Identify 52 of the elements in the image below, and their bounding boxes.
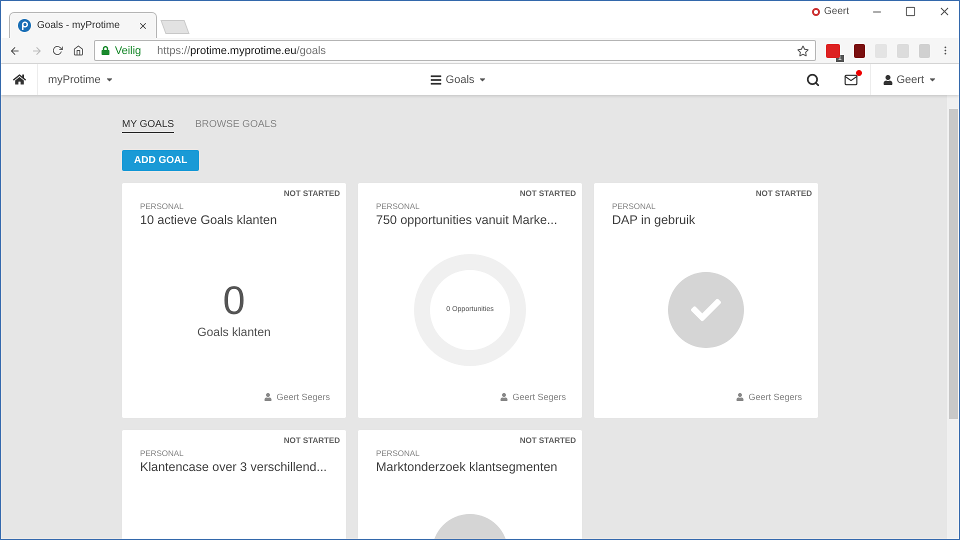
close-icon[interactable] bbox=[138, 20, 148, 30]
star-icon[interactable] bbox=[796, 44, 809, 56]
goal-owner: Geert Segers bbox=[736, 392, 802, 402]
goal-category: PERSONAL bbox=[376, 202, 421, 211]
goal-status: NOT STARTED bbox=[756, 189, 812, 198]
user-menu[interactable]: Geert bbox=[870, 64, 948, 95]
user-icon bbox=[500, 393, 508, 401]
goal-status: NOT STARTED bbox=[284, 436, 340, 445]
goals-menu[interactable]: Goals bbox=[420, 74, 498, 86]
goal-title: DAP in gebruik bbox=[612, 213, 696, 227]
goal-card[interactable]: NOT STARTED PERSONAL 10 actieve Goals klanten 0 Goals klanten Geert Segers bbox=[122, 183, 346, 418]
close-icon[interactable] bbox=[938, 5, 951, 18]
goal-status: NOT STARTED bbox=[284, 189, 340, 198]
goal-card[interactable]: NOT STARTED PERSONAL Klantencase over 3 verschillend... bbox=[122, 430, 346, 539]
lock-icon bbox=[100, 46, 110, 55]
goal-value: 0 bbox=[222, 280, 246, 320]
goal-card[interactable]: NOT STARTED PERSONAL Marktonderzoek klantsegmenten bbox=[358, 430, 582, 539]
secure-label: Veilig bbox=[114, 44, 142, 56]
reload-icon[interactable] bbox=[52, 44, 64, 57]
goal-owner: Geert Segers bbox=[500, 392, 566, 402]
search-icon[interactable] bbox=[806, 72, 820, 86]
profile-button[interactable]: Geert bbox=[812, 6, 849, 17]
browser-tab[interactable]: Goals - myProtime bbox=[9, 12, 157, 38]
goal-title: Marktonderzoek klantsegmenten bbox=[376, 460, 558, 474]
goal-title: 750 opportunities vanuit Marke... bbox=[376, 213, 558, 227]
home-icon[interactable] bbox=[12, 73, 26, 86]
tab-title: Goals - myProtime bbox=[37, 20, 121, 31]
goal-status: NOT STARTED bbox=[520, 189, 576, 198]
url-text: https://protime.myprotime.eu/goals bbox=[157, 44, 326, 56]
pdf-extension-icon[interactable] bbox=[854, 44, 866, 58]
home-icon[interactable] bbox=[73, 44, 84, 57]
user-icon bbox=[882, 74, 892, 84]
goal-status: NOT STARTED bbox=[520, 436, 576, 445]
goal-title: Klantencase over 3 verschillend... bbox=[140, 460, 328, 474]
scrollbar[interactable] bbox=[948, 109, 958, 419]
goal-category: PERSONAL bbox=[612, 202, 657, 211]
site-logo-icon bbox=[18, 19, 31, 32]
goal-title: 10 actieve Goals klanten bbox=[140, 213, 278, 227]
brand-menu[interactable]: myProtime bbox=[38, 74, 124, 86]
user-icon bbox=[736, 393, 744, 401]
goal-unit: Goals klanten bbox=[197, 324, 271, 338]
goals-tab[interactable]: MY GOALS bbox=[122, 119, 174, 133]
maximize-icon[interactable] bbox=[905, 6, 916, 17]
goal-category: PERSONAL bbox=[140, 449, 185, 458]
address-field[interactable]: Veilig https://protime.myprotime.eu/goals bbox=[94, 40, 816, 61]
goal-category: PERSONAL bbox=[376, 449, 421, 458]
user-icon bbox=[264, 393, 272, 401]
goal-owner: Geert Segers bbox=[264, 392, 330, 402]
extension-icon[interactable] bbox=[826, 44, 840, 58]
menu-icon bbox=[430, 74, 442, 86]
goal-category: PERSONAL bbox=[140, 202, 185, 211]
goal-card[interactable]: NOT STARTED PERSONAL DAP in gebruik Geert Segers bbox=[594, 183, 818, 418]
